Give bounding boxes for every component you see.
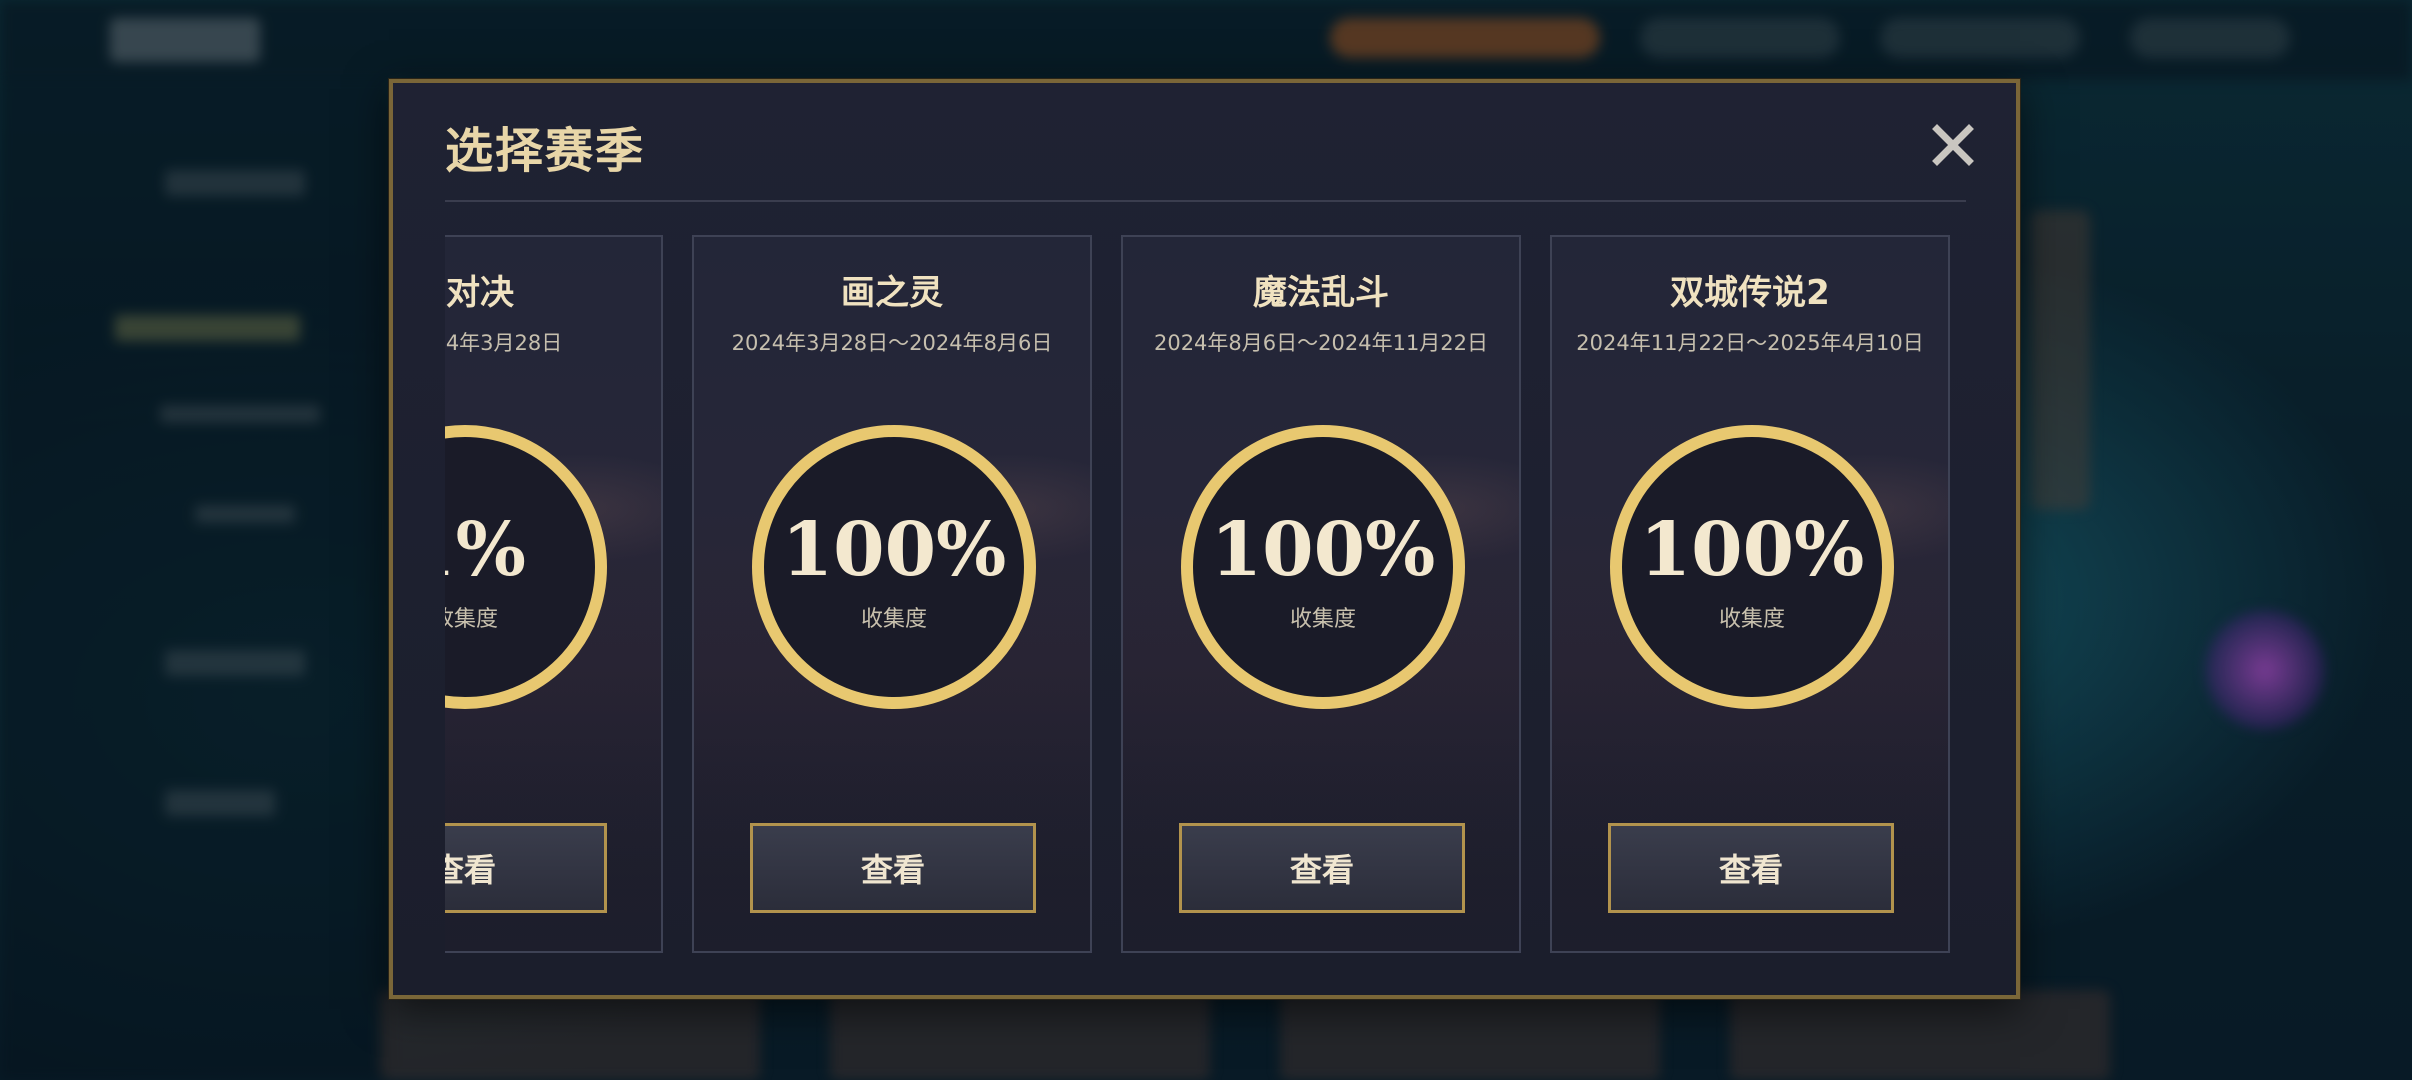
collection-percent: 100%	[781, 507, 1007, 593]
title-divider	[445, 200, 1966, 202]
collection-percent: 100%	[1639, 507, 1865, 593]
season-card: 画之灵 2024年3月28日～2024年8月6日 100% 收集度 查看	[692, 235, 1092, 953]
collection-progress-ring: 1% 收集度	[445, 423, 609, 711]
season-card: 者对决 日～2024年3月28日 1% 收集度 查看	[445, 235, 663, 953]
season-dates: 2024年3月28日～2024年8月6日	[731, 331, 1053, 355]
season-card: 双城传说2 2024年11月22日～2025年4月10日 100% 收集度 查看	[1550, 235, 1950, 953]
collection-label: 收集度	[445, 607, 498, 632]
collection-label: 收集度	[1289, 607, 1356, 632]
season-title: 魔法乱斗	[1253, 273, 1389, 313]
season-title: 双城传说2	[1670, 273, 1830, 313]
view-button[interactable]: 查看	[1179, 823, 1465, 913]
season-title: 画之灵	[841, 273, 943, 313]
season-title: 者对决	[445, 273, 514, 313]
collection-label: 收集度	[1718, 607, 1785, 632]
collection-progress-ring: 100% 收集度	[750, 423, 1038, 711]
season-carousel[interactable]: 者对决 日～2024年3月28日 1% 收集度 查看 画之灵 2024年3月28…	[445, 235, 1985, 1041]
dialog-title: 选择赛季	[445, 123, 646, 179]
season-dates: 日～2024年3月28日	[445, 331, 563, 355]
collection-label: 收集度	[860, 607, 927, 632]
collection-percent: 100%	[1210, 507, 1436, 593]
select-season-dialog: 选择赛季 者对决 日～2024年3月28日 1% 收集度 查看 画之灵 2024	[389, 79, 2020, 999]
collection-progress-ring: 100% 收集度	[1179, 423, 1467, 711]
collection-progress-ring: 100% 收集度	[1608, 423, 1896, 711]
close-button[interactable]	[1925, 117, 1981, 173]
view-button[interactable]: 查看	[750, 823, 1036, 913]
season-dates: 2024年11月22日～2025年4月10日	[1576, 331, 1924, 355]
collection-percent: 1%	[445, 507, 526, 593]
season-dates: 2024年8月6日～2024年11月22日	[1153, 331, 1489, 355]
view-button[interactable]: 查看	[445, 823, 607, 913]
season-card: 魔法乱斗 2024年8月6日～2024年11月22日 100% 收集度 查看	[1121, 235, 1521, 953]
view-button[interactable]: 查看	[1608, 823, 1894, 913]
close-icon	[1932, 124, 1974, 166]
